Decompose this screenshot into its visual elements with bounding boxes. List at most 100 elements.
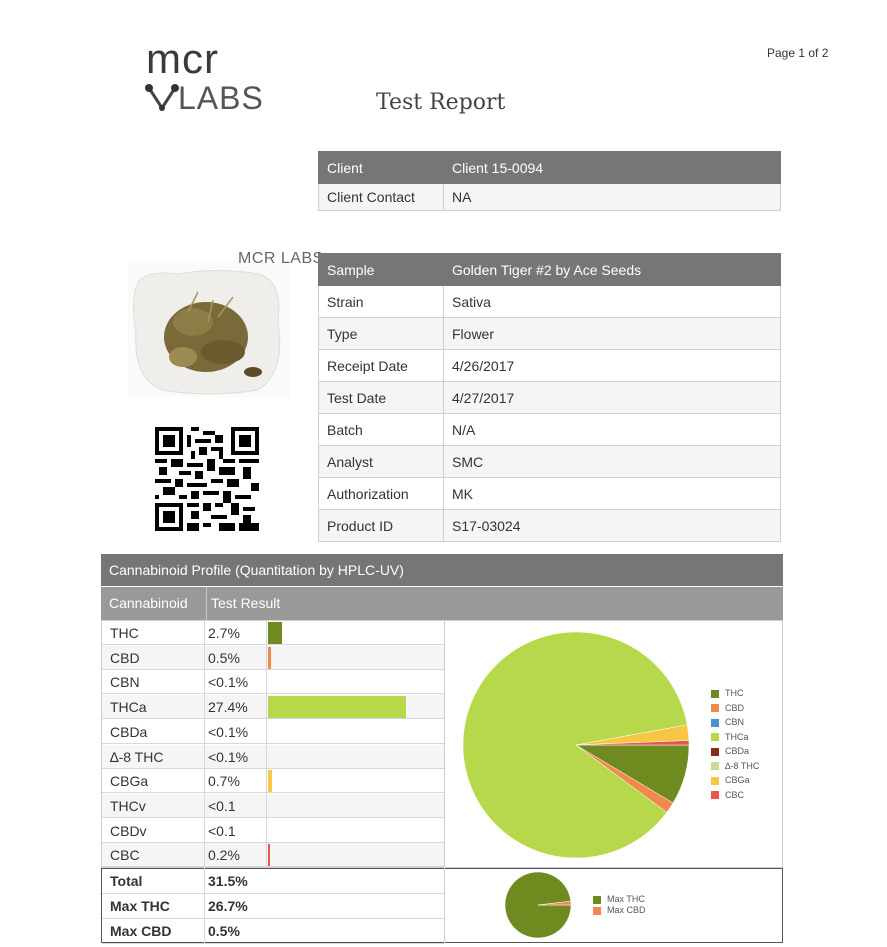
totals-value: 31.5% (208, 873, 248, 889)
client-table: Client Client 15-0094 Client Contact NA (318, 151, 781, 211)
max-pie-chart (504, 871, 572, 939)
logo-mcr: mcr (146, 35, 219, 82)
cannabinoid-name: CBC (110, 847, 140, 864)
cannabinoid-name: THC (110, 625, 139, 641)
profile-row: CBN <0.1% (102, 670, 444, 695)
page-number: Page 1 of 2 (767, 46, 829, 60)
cannabinoid-result: <0.1% (208, 748, 249, 765)
logo-labs: LABS (178, 80, 264, 116)
receipt-date-row: Receipt Date 4/26/2017 (318, 349, 781, 382)
batch-value: N/A (443, 413, 781, 446)
profile-row: CBGa 0.7% (102, 769, 444, 794)
cannabinoid-result: 0.2% (208, 847, 240, 864)
chart-divider (444, 620, 445, 868)
cannabinoid-result: 2.7% (208, 625, 240, 641)
product-id-row: Product ID S17-03024 (318, 509, 781, 542)
legend-label: Max CBD (607, 905, 646, 915)
report-title: Test Report (376, 90, 506, 115)
profile-row: CBD 0.5% (102, 645, 444, 670)
legend-item: CBD (711, 703, 744, 713)
analyst-label: Analyst (318, 445, 444, 478)
product-id-label: Product ID (318, 509, 444, 542)
result-bar (268, 646, 271, 669)
totals-column-divider (204, 868, 205, 943)
profile-header: Cannabinoid Test Result (101, 587, 783, 620)
test-date-label: Test Date (318, 381, 444, 414)
authorization-row: Authorization MK (318, 477, 781, 510)
profile-row: THCa 27.4% (102, 695, 444, 720)
sample-photo (128, 262, 290, 397)
result-bar (268, 696, 406, 719)
cannabinoid-name: CBN (110, 674, 140, 691)
result-bar (268, 770, 272, 793)
cannabinoid-name: CBGa (110, 773, 149, 790)
legend-label: CBDa (725, 746, 750, 756)
legend-swatch (593, 895, 601, 904)
cannabinoid-result: <0.1% (208, 723, 249, 740)
profile-row: THC 2.7% (102, 621, 444, 645)
cannabinoid-name: THCa (110, 699, 147, 716)
legend-swatch (711, 689, 719, 698)
legend-item: Max CBD (593, 905, 646, 915)
cannabinoid-name: CBD (110, 649, 140, 666)
sample-label: Sample (318, 253, 444, 286)
test-date-value: 4/27/2017 (443, 381, 781, 414)
legend-label: THC (725, 688, 744, 698)
sample-row: Sample Golden Tiger #2 by Ace Seeds (318, 253, 781, 286)
cannabinoid-result: 0.5% (208, 649, 240, 666)
legend-item: CBGa (711, 775, 750, 785)
strain-label: Strain (318, 285, 444, 318)
legend-item: CBC (711, 790, 744, 800)
legend-item: CBN (711, 717, 744, 727)
cannabinoid-result: 27.4% (208, 699, 248, 716)
logo-molecule-icon (145, 84, 179, 111)
client-contact-label: Client Contact (318, 183, 444, 211)
type-value: Flower (443, 317, 781, 350)
legend-swatch (711, 704, 719, 713)
legend-label: Max THC (607, 894, 645, 904)
profile-row: THCv <0.1 (102, 793, 444, 818)
cannabinoid-name: CBDv (110, 822, 147, 839)
strain-value: Sativa (443, 285, 781, 318)
client-contact-value: NA (443, 183, 781, 211)
client-contact-row: Client Contact NA (318, 183, 781, 211)
legend-item: Max THC (593, 894, 645, 904)
client-value: Client 15-0094 (443, 151, 781, 184)
col-test-result: Test Result (206, 587, 280, 620)
receipt-date-value: 4/26/2017 (443, 349, 781, 382)
result-bar (268, 844, 270, 867)
authorization-label: Authorization (318, 477, 444, 510)
legend-swatch (711, 762, 719, 771)
legend-swatch (711, 791, 719, 800)
strain-row: Strain Sativa (318, 285, 781, 318)
legend-label: CBGa (725, 775, 750, 785)
cannabinoid-pie-chart (462, 631, 690, 859)
cannabinoid-name: THCv (110, 797, 146, 814)
type-row: Type Flower (318, 317, 781, 350)
totals-chart-divider (444, 868, 445, 943)
authorization-value: MK (443, 477, 781, 510)
legend-swatch (593, 906, 601, 915)
profile-row: CBC 0.2% (102, 843, 444, 868)
totals-value: 26.7% (208, 898, 248, 914)
totals-value: 0.5% (208, 923, 240, 939)
legend-item: ∆-8 THC (711, 761, 759, 771)
type-label: Type (318, 317, 444, 350)
qr-code[interactable] (155, 427, 259, 531)
totals-name: Total (110, 873, 143, 889)
totals-name: Max THC (110, 898, 170, 914)
batch-row: Batch N/A (318, 413, 781, 446)
test-date-row: Test Date 4/27/2017 (318, 381, 781, 414)
legend-swatch (711, 747, 719, 756)
totals-row: Total 31.5% (102, 869, 444, 894)
batch-label: Batch (318, 413, 444, 446)
column-divider (204, 620, 205, 868)
product-id-value: S17-03024 (443, 509, 781, 542)
receipt-date-label: Receipt Date (318, 349, 444, 382)
legend-item: CBDa (711, 746, 749, 756)
client-row: Client Client 15-0094 (318, 151, 781, 184)
profile-row: ∆-8 THC <0.1% (102, 744, 444, 769)
cannabinoid-result: <0.1 (208, 822, 236, 839)
col-cannabinoid: Cannabinoid (109, 595, 188, 611)
legend-swatch (711, 718, 719, 727)
